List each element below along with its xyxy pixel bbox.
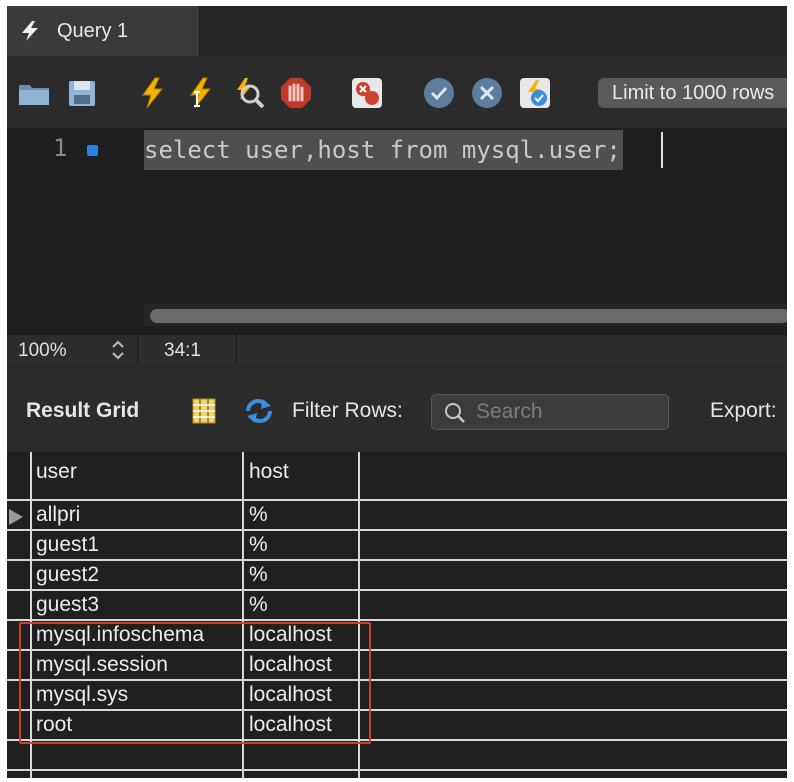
grid-line — [7, 529, 787, 531]
horizontal-scroll-thumb[interactable] — [150, 309, 787, 323]
search-input[interactable] — [476, 399, 656, 425]
column-header-host[interactable]: host — [249, 460, 289, 484]
cursor-position: 34:1 — [164, 340, 201, 361]
sql-editor[interactable]: 1 select user,host from mysql.user; — [7, 128, 787, 334]
filter-rows-label: Filter Rows: — [292, 399, 403, 422]
cell-host[interactable]: % — [249, 590, 268, 620]
grid-line — [7, 769, 787, 771]
result-grid-tab[interactable]: Result Grid — [26, 399, 139, 423]
cell-host[interactable]: % — [249, 560, 268, 590]
query-toolbar: Limit to 1000 rows — [7, 56, 787, 129]
folder-icon[interactable] — [17, 76, 51, 110]
stop-icon[interactable] — [279, 76, 313, 110]
sql-statement[interactable]: select user,host from mysql.user; — [144, 130, 623, 170]
editor-status-bar: 100% 34:1 — [7, 334, 787, 365]
refresh-icon[interactable] — [242, 397, 276, 425]
commit-icon[interactable] — [422, 76, 456, 110]
cell-user[interactable]: guest2 — [36, 560, 99, 590]
current-row-arrow-icon — [9, 509, 23, 525]
save-icon[interactable] — [65, 76, 99, 110]
tab-title: Query 1 — [57, 20, 129, 42]
zoom-stepper-icon[interactable] — [109, 338, 127, 362]
toggle-error-stop-icon[interactable] — [350, 76, 384, 110]
search-icon — [445, 403, 465, 423]
mysql-workbench-query-panel: Query 1 Limit to 1000 rows 1 select user… — [7, 6, 787, 778]
grid-line — [7, 559, 787, 561]
cell-host[interactable]: % — [249, 500, 268, 530]
grid-line — [7, 499, 787, 501]
execute-icon[interactable] — [135, 76, 169, 110]
execute-statement-icon[interactable] — [183, 76, 217, 110]
result-grid: user host allpri % guest1 % guest2 % gue… — [7, 452, 787, 778]
highlight-annotation-box — [19, 622, 371, 744]
rollback-icon[interactable] — [470, 76, 504, 110]
text-cursor — [661, 132, 663, 168]
tab-query-1[interactable]: Query 1 — [7, 6, 200, 56]
cell-host[interactable]: % — [249, 530, 268, 560]
grid-icon[interactable] — [191, 397, 217, 425]
statement-marker-icon — [87, 145, 98, 156]
zoom-level: 100% — [18, 340, 67, 361]
line-number: 1 — [53, 134, 68, 162]
status-divider — [236, 335, 237, 365]
result-toolbar: Result Grid Filter Rows: Export: — [7, 364, 787, 452]
cell-user[interactable]: guest1 — [36, 530, 99, 560]
cell-user[interactable]: allpri — [36, 500, 80, 530]
grid-line — [7, 589, 787, 591]
explain-icon[interactable] — [231, 76, 265, 110]
lightning-icon — [22, 21, 38, 41]
limit-rows-select[interactable]: Limit to 1000 rows — [598, 78, 787, 108]
column-header-user[interactable]: user — [36, 460, 77, 484]
status-divider — [137, 335, 138, 365]
export-label: Export: — [710, 399, 777, 422]
autocommit-icon[interactable] — [518, 76, 552, 110]
tab-bar: Query 1 — [7, 6, 787, 56]
cell-user[interactable]: guest3 — [36, 590, 99, 620]
search-field[interactable] — [431, 394, 669, 430]
